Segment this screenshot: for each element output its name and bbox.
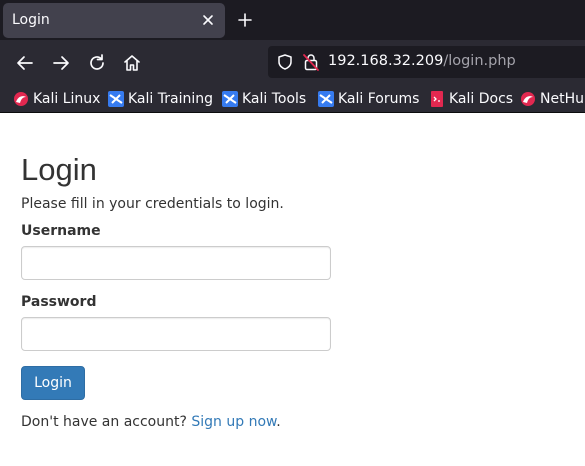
signup-link[interactable]: Sign up now bbox=[191, 414, 276, 430]
bookmark-label: Kali Training bbox=[128, 91, 213, 107]
arrow-right-icon[interactable] bbox=[50, 52, 72, 74]
bookmark-label: Kali Docs bbox=[449, 91, 514, 107]
kali-training-icon bbox=[108, 91, 124, 107]
bookmark-label: Kali Forums bbox=[338, 91, 420, 107]
arrow-left-icon[interactable] bbox=[14, 52, 36, 74]
page-title: Login bbox=[21, 152, 97, 187]
insecure-lock-icon[interactable] bbox=[303, 52, 319, 72]
bookmark-label: Kali Linux bbox=[33, 91, 101, 107]
signup-suffix: . bbox=[276, 414, 281, 430]
bookmark-nethunter[interactable]: NetHunter bbox=[520, 89, 585, 109]
signup-prompt: Don't have an account? bbox=[21, 414, 187, 430]
bookmark-label: Kali Tools bbox=[242, 91, 307, 107]
home-icon[interactable] bbox=[121, 52, 143, 74]
bookmark-kali-training[interactable]: Kali Training bbox=[108, 89, 213, 109]
username-label: Username bbox=[21, 223, 101, 239]
kali-tools-icon bbox=[222, 91, 238, 107]
kali-forums-icon bbox=[318, 91, 334, 107]
login-button[interactable]: Login bbox=[21, 366, 85, 400]
close-icon[interactable] bbox=[199, 11, 217, 29]
bookmark-kali-docs[interactable]: Kali Docs bbox=[429, 89, 513, 109]
bookmark-kali-tools[interactable]: Kali Tools bbox=[222, 89, 306, 109]
bookmark-kali-forums[interactable]: Kali Forums bbox=[318, 89, 419, 109]
url-bar[interactable]: 192.168.32.209/login.php bbox=[268, 46, 585, 78]
bookmarks-toolbar: Kali Linux Kali Training Kali Tools Kali… bbox=[0, 85, 585, 113]
password-input[interactable] bbox=[21, 317, 331, 351]
bookmark-kali-linux[interactable]: Kali Linux bbox=[13, 89, 100, 109]
reload-icon[interactable] bbox=[86, 52, 108, 74]
tab-title: Login bbox=[12, 12, 50, 28]
tab-login[interactable]: Login bbox=[3, 3, 225, 38]
plus-icon[interactable] bbox=[236, 11, 254, 29]
navigation-toolbar: 192.168.32.209/login.php bbox=[0, 40, 585, 85]
shield-icon[interactable] bbox=[276, 53, 294, 71]
kali-docs-icon bbox=[431, 91, 443, 107]
password-label: Password bbox=[21, 294, 97, 310]
kali-dragon-icon bbox=[14, 92, 28, 106]
page-content: Login Please fill in your credentials to… bbox=[0, 114, 585, 466]
username-input[interactable] bbox=[21, 246, 331, 280]
url-text[interactable]: 192.168.32.209/login.php bbox=[328, 53, 516, 69]
bookmark-label: NetHunter bbox=[540, 91, 585, 107]
tab-bar: Login bbox=[0, 0, 585, 40]
url-host: 192.168.32.209 bbox=[328, 53, 444, 69]
page-subtitle: Please fill in your credentials to login… bbox=[21, 196, 284, 212]
url-path: /login.php bbox=[443, 53, 516, 69]
kali-dragon-icon bbox=[521, 92, 535, 106]
signup-line: Don't have an account? Sign up now. bbox=[21, 414, 281, 430]
